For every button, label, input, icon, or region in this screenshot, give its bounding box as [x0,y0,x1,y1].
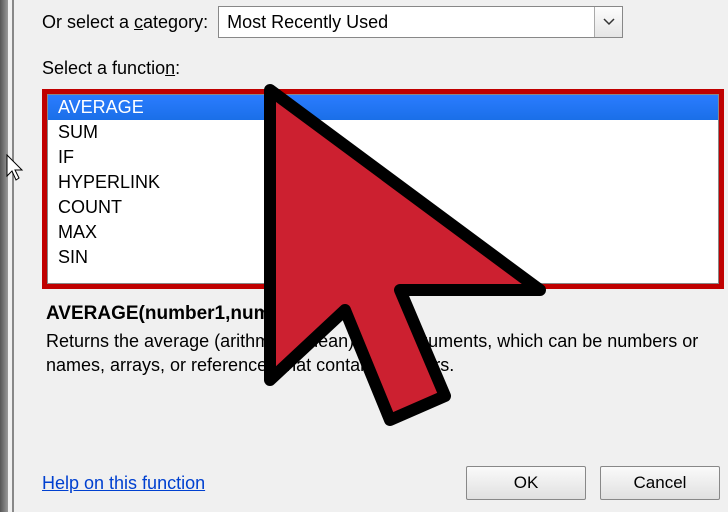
cancel-button[interactable]: Cancel [600,466,720,500]
category-row: Or select a category: Most Recently Used [14,0,728,44]
list-item[interactable]: IF [48,145,718,170]
category-dropdown[interactable]: Most Recently Used [218,6,623,38]
select-fn-key: n [165,58,175,78]
select-fn-prefix: Select a functio [42,58,165,78]
select-function-label: Select a function: [14,44,728,85]
function-list-highlight: AVERAGE SUM IF HYPERLINK COUNT MAX SIN [42,89,724,289]
dialog-bottom-row: Help on this function OK Cancel [42,466,728,500]
button-group: OK Cancel [466,466,728,500]
function-signature: AVERAGE(number1,numb [46,303,700,325]
category-label-key: c [134,12,143,32]
list-item[interactable]: SIN [48,245,718,270]
chevron-down-icon[interactable] [594,7,622,37]
category-value: Most Recently Used [227,12,388,33]
category-label-suffix: ategory: [143,12,208,32]
category-label: Or select a category: [42,12,208,33]
list-item[interactable]: AVERAGE [48,95,718,120]
list-item[interactable]: MAX [48,220,718,245]
insert-function-dialog: Or select a category: Most Recently Used… [12,0,728,512]
select-fn-suffix: : [175,58,180,78]
ok-button[interactable]: OK [466,466,586,500]
list-item[interactable]: SUM [48,120,718,145]
category-label-prefix: Or select a [42,12,134,32]
function-description: Returns the average (arithmetic mean) of… [46,329,700,378]
function-description-area: AVERAGE(number1,numb Returns the average… [14,293,728,394]
list-item[interactable]: COUNT [48,195,718,220]
list-item[interactable]: HYPERLINK [48,170,718,195]
function-listbox[interactable]: AVERAGE SUM IF HYPERLINK COUNT MAX SIN [47,94,719,284]
help-link[interactable]: Help on this function [42,473,205,494]
